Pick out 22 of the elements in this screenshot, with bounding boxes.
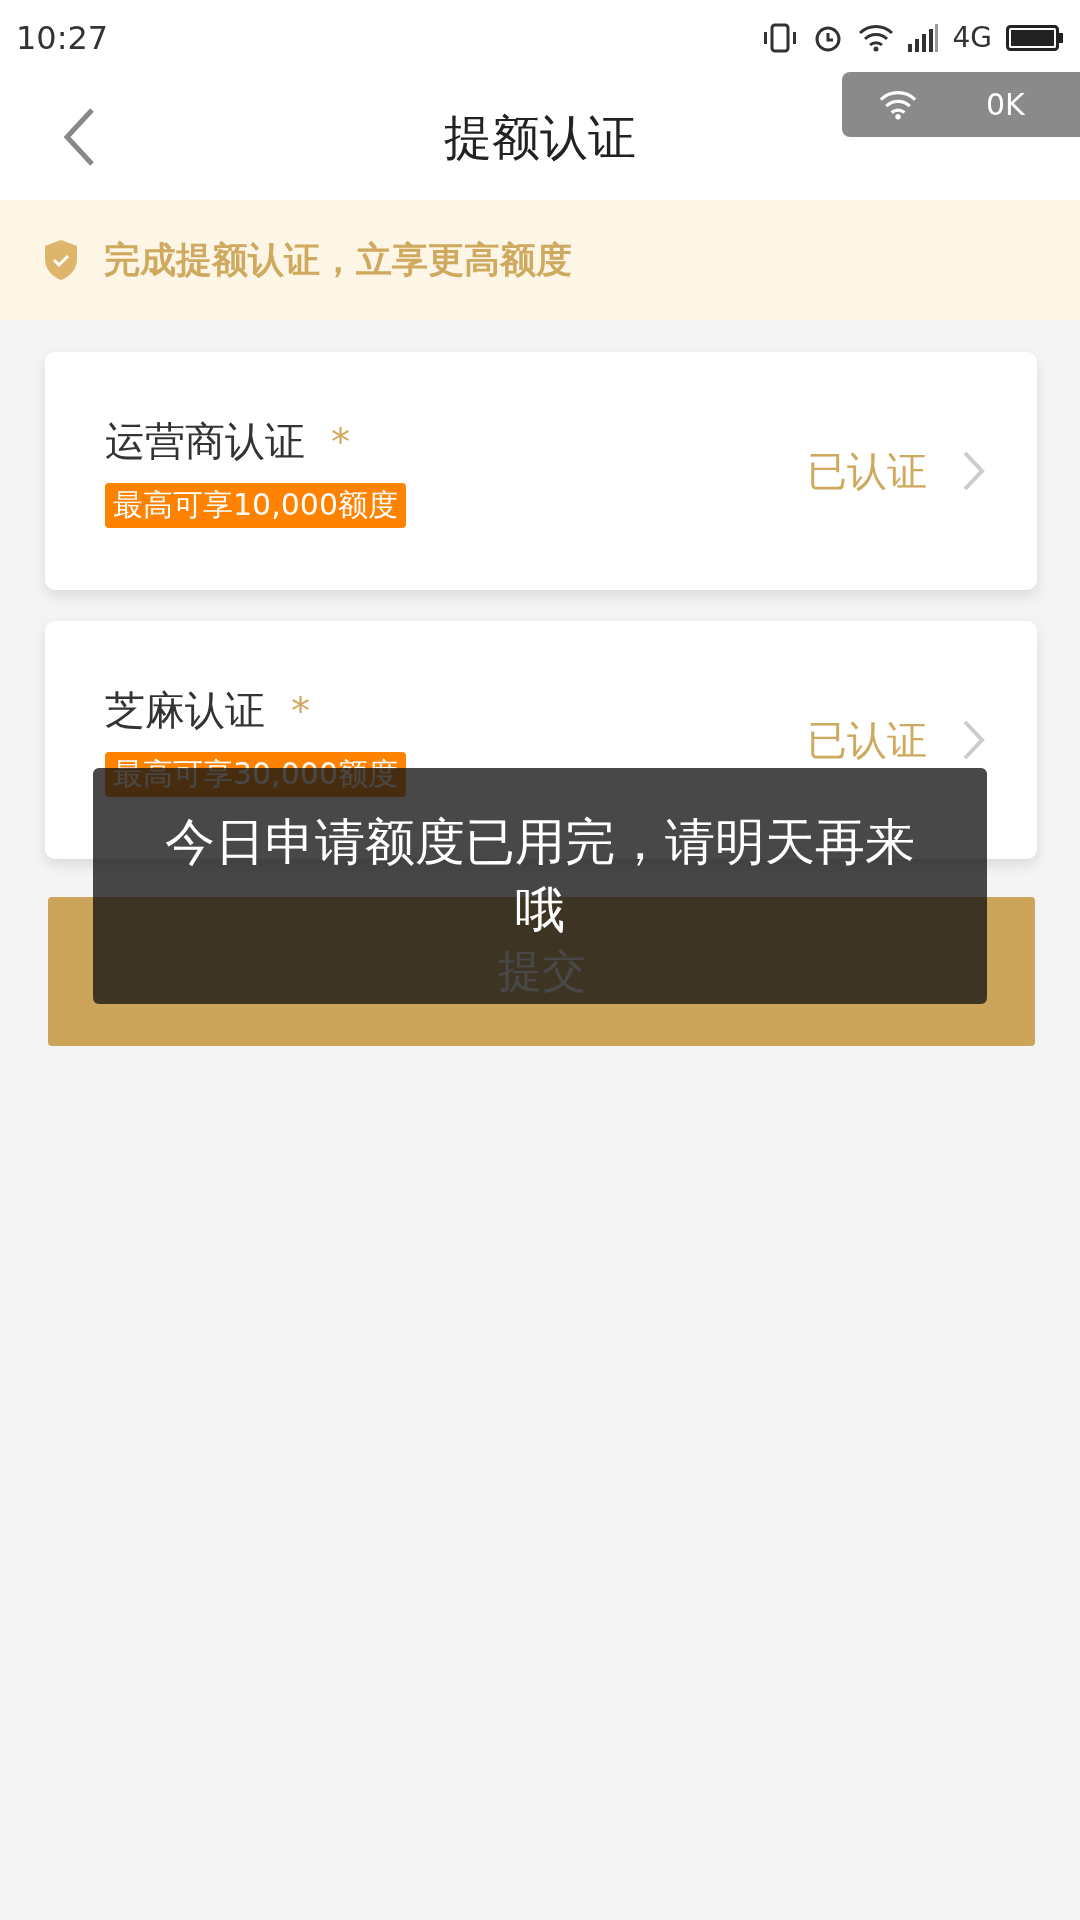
signal-icon xyxy=(908,23,939,52)
shield-check-icon xyxy=(44,239,78,281)
back-icon[interactable] xyxy=(62,107,96,167)
banner-text: 完成提额认证，立享更高额度 xyxy=(104,237,572,282)
speed-reading: 0K xyxy=(986,87,1025,122)
network-type: 4G xyxy=(952,21,992,54)
battery-icon xyxy=(1006,24,1064,51)
chevron-right-icon xyxy=(963,720,985,760)
page-title: 提额认证 xyxy=(444,107,636,167)
verification-status: 已认证 xyxy=(807,715,927,765)
verification-title: 运营商认证 xyxy=(105,417,305,466)
required-mark: * xyxy=(331,419,350,464)
verification-status: 已认证 xyxy=(807,446,927,496)
verification-title: 芝麻认证 xyxy=(105,686,265,735)
chevron-right-icon xyxy=(963,451,985,491)
status-time: 10:27 xyxy=(16,18,109,57)
wifi-icon xyxy=(878,89,918,120)
wifi-icon xyxy=(858,23,895,52)
verification-card[interactable]: 运营商认证 * 最高可享10,000额度 已认证 xyxy=(45,352,1037,590)
vibrate-icon xyxy=(762,22,799,53)
limit-badge: 最高可享10,000额度 xyxy=(105,483,406,528)
required-mark: * xyxy=(291,688,310,733)
